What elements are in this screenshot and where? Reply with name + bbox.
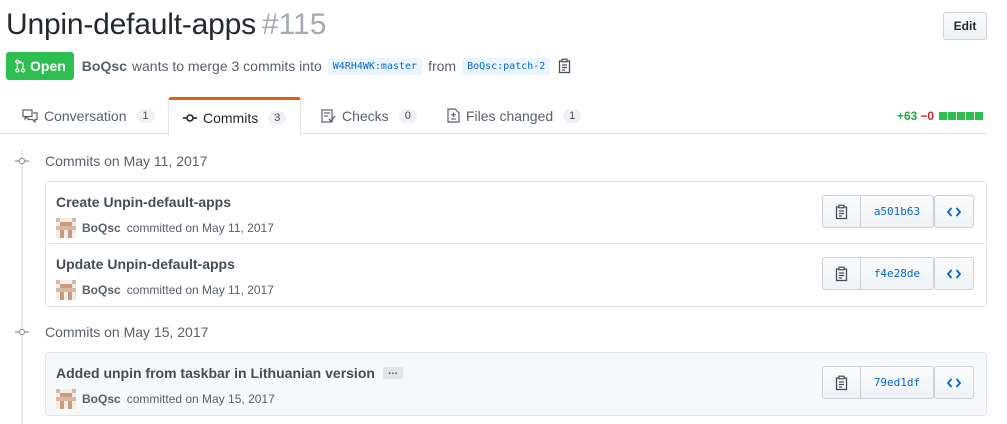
tab-label: Conversation (44, 107, 127, 124)
base-branch[interactable]: W4RH4WK:master (327, 57, 423, 75)
checklist-icon (321, 108, 336, 123)
file-diff-icon (447, 108, 460, 123)
tab-checks[interactable]: Checks 0 (307, 97, 431, 134)
commit-group-header: Commits on May 15, 2017 (45, 324, 209, 340)
tab-files-changed[interactable]: Files changed 1 (433, 97, 595, 134)
head-branch[interactable]: BoQsc:patch-2 (462, 57, 551, 75)
commit-sha-link[interactable]: 79ed1df (861, 367, 933, 398)
tab-label: Commits (203, 109, 259, 126)
commit-row: Create Unpin-default-apps BoQsc committe… (46, 182, 986, 244)
code-icon (947, 206, 961, 217)
tab-conversation[interactable]: Conversation 1 (8, 97, 169, 134)
avatar[interactable] (56, 280, 76, 300)
diff-additions: +63 (896, 109, 918, 123)
commit-title-text[interactable]: Update Unpin-default-apps (56, 256, 235, 272)
diffstat: +63 −0 (897, 109, 983, 123)
pull-request-icon (15, 59, 26, 73)
commit-title[interactable]: Update Unpin-default-apps (56, 256, 235, 272)
commit-sha-link[interactable]: a501b63 (861, 196, 933, 227)
clippy-icon (835, 266, 847, 281)
tab-commits[interactable]: Commits 3 (168, 97, 302, 135)
tab-counter: 1 (136, 108, 155, 123)
state-badge: Open (6, 52, 74, 80)
git-commit-icon (14, 157, 30, 165)
avatar[interactable] (56, 389, 76, 409)
state-label: Open (30, 58, 66, 74)
commit-meta: BoQsc committed on May 11, 2017 (56, 218, 274, 238)
pr-author-link[interactable]: BoQsc (82, 58, 127, 74)
pr-tabs: Conversation 1 Commits 3 Checks 0 Files … (0, 97, 987, 135)
commit-list: Create Unpin-default-apps BoQsc committe… (45, 181, 987, 307)
git-commit-icon (183, 113, 197, 122)
commit-date: committed on May 11, 2017 (126, 221, 274, 235)
copy-sha-button[interactable] (823, 367, 861, 398)
commit-title[interactable]: Added unpin from taskbar in Lithuanian v… (56, 365, 403, 381)
diff-deletions: −0 (920, 109, 934, 123)
tab-label: Checks (342, 107, 389, 124)
expand-description-button[interactable]: … (382, 367, 403, 379)
pr-number: #115 (261, 8, 327, 41)
edit-button[interactable]: Edit (943, 12, 987, 40)
commit-row: Update Unpin-default-apps BoQsc committe… (46, 244, 986, 306)
commit-group-header: Commits on May 11, 2017 (45, 153, 208, 169)
code-icon (947, 377, 961, 388)
commit-title-text[interactable]: Added unpin from taskbar in Lithuanian v… (56, 365, 375, 381)
clippy-icon (835, 204, 847, 219)
pr-meta: Open BoQsc wants to merge 3 commits into… (6, 52, 572, 80)
tab-counter: 3 (268, 110, 287, 125)
commit-date: committed on May 15, 2017 (126, 392, 275, 406)
commit-title-text[interactable]: Create Unpin-default-apps (56, 194, 231, 210)
tab-label: Files changed (466, 107, 554, 124)
browse-files-button[interactable] (934, 195, 974, 228)
copy-branch-icon[interactable] (558, 58, 572, 74)
commit-author[interactable]: BoQsc (82, 221, 121, 235)
commit-title[interactable]: Create Unpin-default-apps (56, 194, 231, 210)
timeline-line (21, 150, 23, 424)
pr-title: Unpin-default-apps (6, 8, 256, 41)
copy-sha-button[interactable] (823, 258, 861, 289)
commit-sha-link[interactable]: f4e28de (861, 258, 933, 289)
code-icon (947, 268, 961, 279)
clippy-icon (835, 375, 847, 390)
commit-meta: BoQsc committed on May 15, 2017 (56, 389, 275, 409)
commit-meta: BoQsc committed on May 11, 2017 (56, 280, 274, 300)
git-commit-icon (14, 328, 30, 336)
diffstat-blocks (939, 112, 983, 120)
avatar[interactable] (56, 218, 76, 238)
commit-row: Added unpin from taskbar in Lithuanian v… (46, 353, 986, 415)
commit-author[interactable]: BoQsc (82, 392, 121, 406)
sha-button-group: a501b63 (822, 195, 934, 228)
comment-discussion-icon (22, 108, 38, 123)
copy-sha-button[interactable] (823, 196, 861, 227)
from-text: from (428, 58, 457, 74)
sha-button-group: 79ed1df (822, 366, 934, 399)
browse-files-button[interactable] (934, 366, 974, 399)
commit-date: committed on May 11, 2017 (126, 283, 274, 297)
tab-counter: 0 (398, 108, 417, 123)
commit-author[interactable]: BoQsc (82, 283, 121, 297)
commit-list: Added unpin from taskbar in Lithuanian v… (45, 352, 987, 416)
browse-files-button[interactable] (934, 257, 974, 290)
tab-counter: 1 (563, 108, 582, 123)
pr-merge-text: wants to merge 3 commits into (131, 58, 322, 74)
pr-header: Unpin-default-apps #115 Edit (6, 8, 987, 48)
sha-button-group: f4e28de (822, 257, 934, 290)
